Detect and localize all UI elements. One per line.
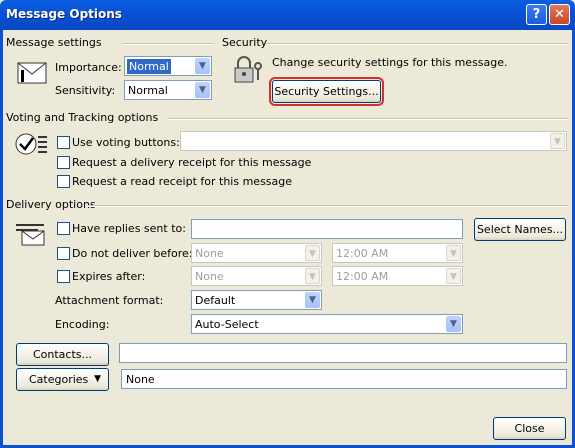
read-receipt-label: Request a read receipt for this message bbox=[72, 175, 293, 188]
envelope-importance-icon bbox=[17, 62, 47, 84]
voting-buttons-dropdown[interactable]: ▼ bbox=[180, 131, 567, 151]
encoding-label: Encoding: bbox=[55, 318, 110, 331]
importance-dropdown[interactable]: Normal ▼ bbox=[124, 56, 212, 76]
chevron-down-icon: ▼ bbox=[446, 245, 461, 261]
chevron-down-icon: ▼ bbox=[195, 58, 210, 74]
divider bbox=[266, 43, 568, 45]
window-title: Message Options bbox=[6, 7, 122, 21]
delivery-envelope-icon bbox=[16, 224, 45, 246]
expires-date-dropdown[interactable]: None ▼ bbox=[191, 266, 322, 286]
chevron-down-icon: ▼ bbox=[446, 268, 461, 284]
have-replies-label: Have replies sent to: bbox=[72, 222, 186, 235]
categories-button[interactable]: Categories ▼ bbox=[16, 368, 109, 391]
expires-after-label: Expires after: bbox=[72, 270, 146, 283]
voting-check-icon bbox=[15, 133, 47, 155]
chevron-down-icon: ▼ bbox=[550, 133, 565, 149]
do-not-deliver-date-dropdown[interactable]: None ▼ bbox=[191, 243, 322, 263]
divider bbox=[88, 205, 568, 207]
help-button[interactable]: ? bbox=[526, 4, 547, 25]
title-bar: Message Options ? ✕ bbox=[0, 0, 575, 30]
delivery-receipt-label: Request a delivery receipt for this mess… bbox=[72, 156, 312, 169]
close-button[interactable]: Close bbox=[493, 417, 566, 440]
chevron-down-icon: ▼ bbox=[305, 292, 320, 308]
chevron-down-icon: ▼ bbox=[94, 374, 101, 384]
security-heading: Security bbox=[222, 36, 268, 49]
delivery-receipt-checkbox[interactable] bbox=[57, 156, 70, 169]
message-settings-heading: Message settings bbox=[6, 36, 102, 49]
chevron-down-icon: ▼ bbox=[305, 268, 320, 284]
read-receipt-checkbox[interactable] bbox=[57, 175, 70, 188]
sensitivity-label: Sensitivity: bbox=[55, 84, 116, 97]
have-replies-checkbox[interactable] bbox=[57, 222, 70, 235]
padlock-keys-icon bbox=[234, 56, 262, 83]
do-not-deliver-time-dropdown[interactable]: 12:00 AM ▼ bbox=[332, 243, 463, 263]
expires-after-checkbox[interactable] bbox=[57, 270, 70, 283]
security-description: Change security settings for this messag… bbox=[272, 56, 508, 69]
contacts-input[interactable] bbox=[119, 343, 567, 363]
do-not-deliver-checkbox[interactable] bbox=[57, 247, 70, 260]
select-names-button[interactable]: Select Names... bbox=[474, 218, 566, 241]
window-close-button[interactable]: ✕ bbox=[549, 4, 570, 25]
attachment-format-label: Attachment format: bbox=[55, 294, 164, 307]
use-voting-checkbox[interactable] bbox=[57, 136, 70, 149]
chevron-down-icon: ▼ bbox=[195, 82, 210, 98]
expires-time-dropdown[interactable]: 12:00 AM ▼ bbox=[332, 266, 463, 286]
sensitivity-dropdown[interactable]: Normal ▼ bbox=[124, 80, 212, 100]
use-voting-label: Use voting buttons: bbox=[72, 136, 180, 149]
contacts-button[interactable]: Contacts... bbox=[16, 343, 109, 366]
chevron-down-icon: ▼ bbox=[305, 245, 320, 261]
do-not-deliver-label: Do not deliver before: bbox=[72, 247, 193, 260]
delivery-options-heading: Delivery options bbox=[6, 198, 96, 211]
security-settings-button[interactable]: Security Settings... bbox=[269, 77, 384, 106]
divider bbox=[168, 118, 568, 120]
encoding-dropdown[interactable]: Auto-Select ▼ bbox=[191, 314, 463, 334]
importance-label: Importance: bbox=[55, 61, 122, 74]
categories-input[interactable]: None bbox=[121, 369, 567, 389]
voting-tracking-heading: Voting and Tracking options bbox=[6, 111, 159, 124]
attachment-format-dropdown[interactable]: Default ▼ bbox=[191, 290, 322, 310]
replies-to-input[interactable] bbox=[191, 219, 463, 239]
chevron-down-icon: ▼ bbox=[446, 316, 461, 332]
divider bbox=[122, 43, 214, 45]
categories-button-label: Categories bbox=[29, 373, 89, 386]
